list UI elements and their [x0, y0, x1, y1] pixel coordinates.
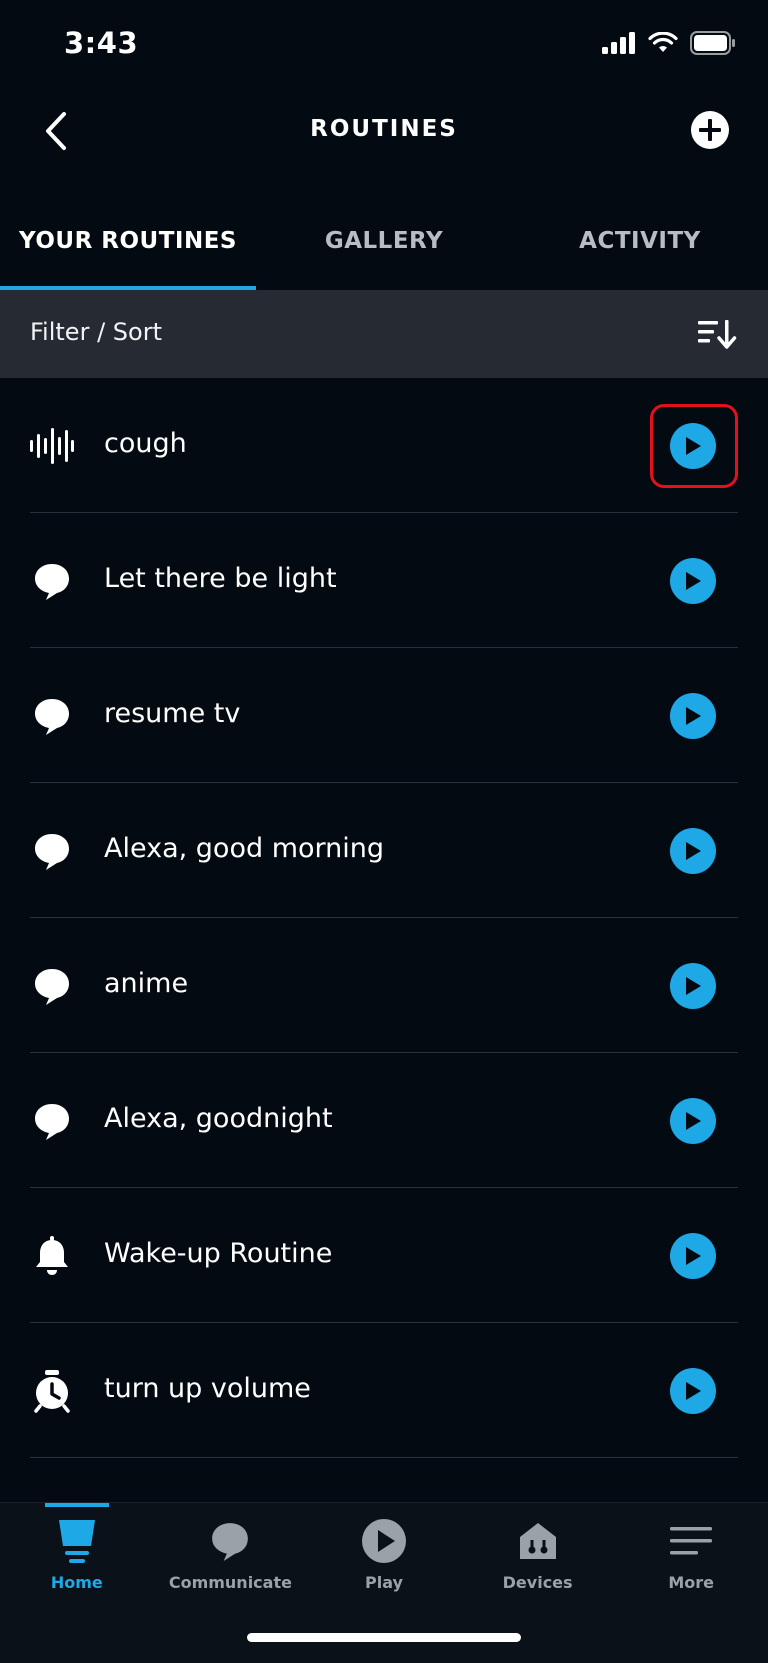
- menu-icon: [667, 1517, 715, 1565]
- add-routine-button[interactable]: [690, 110, 730, 150]
- tab-your-routines[interactable]: YOUR ROUTINES: [0, 210, 256, 290]
- tab-label: YOUR ROUTINES: [19, 228, 237, 254]
- devices-icon: [514, 1517, 562, 1565]
- play-routine-button[interactable]: [670, 1233, 716, 1279]
- play-routine-button[interactable]: [670, 693, 716, 739]
- routine-item-cough[interactable]: cough: [0, 378, 768, 513]
- status-bar: 3:43: [0, 0, 768, 92]
- routine-name: resume tv: [104, 698, 241, 729]
- play-routine-button[interactable]: [670, 423, 716, 469]
- tab-activity[interactable]: ACTIVITY: [512, 210, 768, 290]
- play-icon: [686, 437, 701, 455]
- routine-name: cough: [104, 428, 187, 459]
- routine-tabs: YOUR ROUTINES GALLERY ACTIVITY: [0, 210, 768, 290]
- play-routine-button[interactable]: [670, 1368, 716, 1414]
- status-icons: [602, 31, 736, 59]
- play-icon: [686, 707, 701, 725]
- home-icon: [53, 1517, 101, 1565]
- home-indicator: [247, 1633, 521, 1642]
- nav-label: Play: [365, 1573, 403, 1592]
- play-icon: [360, 1517, 408, 1565]
- page-title: ROUTINES: [310, 116, 458, 142]
- nav-devices[interactable]: Devices: [461, 1503, 615, 1613]
- play-icon: [686, 1247, 701, 1265]
- speech-bubble-icon: [30, 1099, 74, 1143]
- routine-item-anime[interactable]: anime: [0, 918, 768, 1053]
- tab-gallery[interactable]: GALLERY: [256, 210, 512, 290]
- speech-bubble-icon: [30, 694, 74, 738]
- routine-name: Let there be light: [104, 563, 337, 594]
- nav-communicate[interactable]: Communicate: [154, 1503, 308, 1613]
- routine-item-let-there-be-light[interactable]: Let there be light: [0, 513, 768, 648]
- speech-bubble-icon: [30, 829, 74, 873]
- status-time: 3:43: [64, 26, 139, 60]
- nav-label: Devices: [502, 1573, 573, 1592]
- sound-wave-icon: [30, 424, 74, 468]
- routine-name: Alexa, goodnight: [104, 1103, 333, 1134]
- tab-label: GALLERY: [324, 228, 444, 254]
- nav-label: Home: [50, 1573, 103, 1592]
- play-icon: [686, 977, 701, 995]
- play-routine-button[interactable]: [670, 1098, 716, 1144]
- sort-icon[interactable]: [696, 316, 738, 352]
- play-icon: [686, 1112, 701, 1130]
- bell-icon: [30, 1234, 74, 1278]
- alarm-clock-icon: [30, 1369, 74, 1413]
- routine-item-resume-tv[interactable]: resume tv: [0, 648, 768, 783]
- play-routine-button[interactable]: [670, 558, 716, 604]
- routine-name: Wake-up Routine: [104, 1238, 333, 1269]
- routine-name: anime: [104, 968, 189, 999]
- speech-bubble-icon: [30, 964, 74, 1008]
- filter-sort-bar[interactable]: Filter / Sort: [0, 290, 768, 378]
- nav-active-indicator: [45, 1503, 109, 1507]
- nav-label: More: [668, 1573, 715, 1592]
- routine-list: cough Let there be light resume tv Alexa…: [0, 378, 768, 1458]
- nav-label: Communicate: [168, 1573, 292, 1592]
- play-routine-button[interactable]: [670, 963, 716, 1009]
- battery-icon: [690, 31, 736, 59]
- routine-item-alexa-good-morning[interactable]: Alexa, good morning: [0, 783, 768, 918]
- routine-name: Alexa, good morning: [104, 833, 385, 864]
- routine-item-wake-up-routine[interactable]: Wake-up Routine: [0, 1188, 768, 1323]
- nav-play[interactable]: Play: [307, 1503, 461, 1613]
- chat-bubble-icon: [206, 1517, 254, 1565]
- wifi-icon: [648, 31, 678, 58]
- play-icon: [686, 572, 701, 590]
- speech-bubble-icon: [30, 559, 74, 603]
- play-icon: [686, 1382, 701, 1400]
- nav-home[interactable]: Home: [0, 1503, 154, 1613]
- filter-sort-label: Filter / Sort: [30, 318, 162, 346]
- divider: [30, 1457, 738, 1458]
- plus-circle-icon: [691, 111, 729, 149]
- tab-label: ACTIVITY: [579, 228, 701, 254]
- cellular-signal-icon: [602, 32, 636, 58]
- routine-name: turn up volume: [104, 1373, 311, 1404]
- routine-item-alexa-goodnight[interactable]: Alexa, goodnight: [0, 1053, 768, 1188]
- header: ROUTINES: [0, 92, 768, 170]
- play-icon: [686, 842, 701, 860]
- nav-more[interactable]: More: [614, 1503, 768, 1613]
- routine-item-turn-up-volume[interactable]: turn up volume: [0, 1323, 768, 1458]
- play-routine-button[interactable]: [670, 828, 716, 874]
